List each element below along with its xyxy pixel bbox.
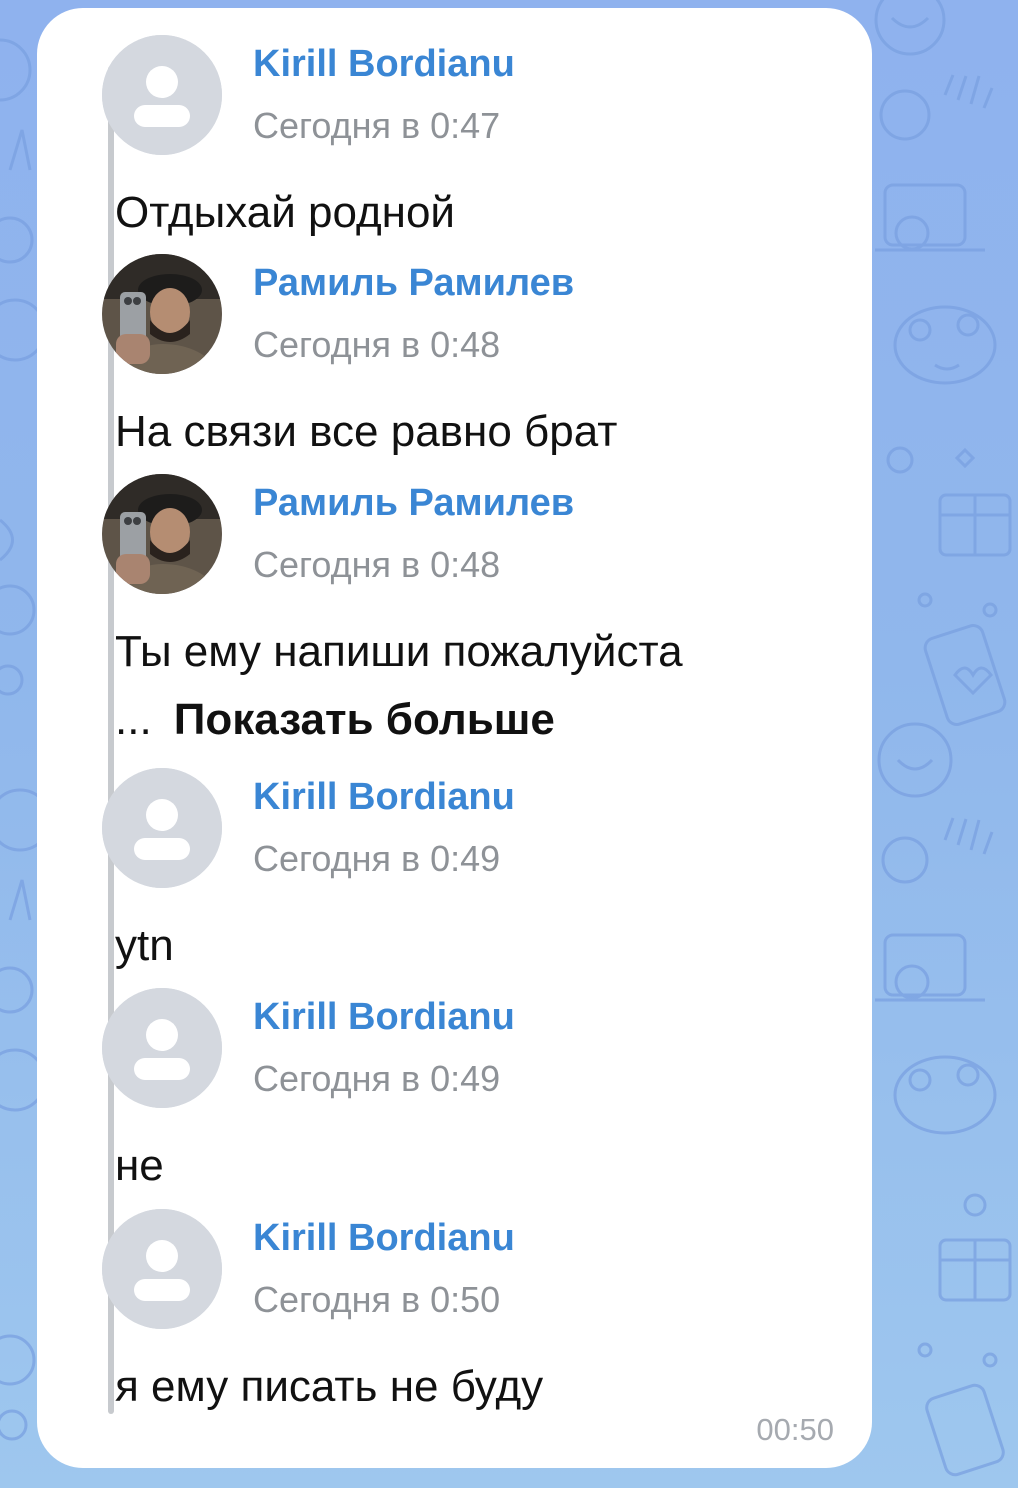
avatar[interactable] xyxy=(102,254,222,374)
avatar[interactable] xyxy=(102,35,222,155)
message-time: Сегодня в 0:49 xyxy=(253,1058,501,1099)
avatar[interactable] xyxy=(102,1209,222,1329)
user-photo-avatar xyxy=(102,474,222,594)
bubble-timestamp: 00:50 xyxy=(756,1412,834,1447)
user-placeholder-icon xyxy=(102,768,222,888)
message-time: Сегодня в 0:49 xyxy=(253,838,501,879)
user-placeholder-icon xyxy=(102,1209,222,1329)
user-placeholder-icon xyxy=(102,35,222,155)
sender-name[interactable]: Kirill Bordianu xyxy=(253,43,515,86)
sender-name[interactable]: Kirill Bordianu xyxy=(253,776,515,819)
sender-name[interactable]: Рамиль Рамилев xyxy=(253,262,574,305)
message-text: Отдыхай родной xyxy=(115,188,455,237)
sender-name[interactable]: Kirill Bordianu xyxy=(253,1217,515,1260)
user-photo-avatar xyxy=(102,254,222,374)
user-placeholder-icon xyxy=(102,988,222,1108)
show-more-row: ... Показать больше xyxy=(115,686,555,754)
sender-name[interactable]: Kirill Bordianu xyxy=(253,996,515,1039)
message-time: Сегодня в 0:50 xyxy=(253,1279,501,1320)
message-text: На связи все равно брат xyxy=(115,407,618,456)
quote-bar xyxy=(108,66,114,1414)
show-more-link[interactable]: Показать больше xyxy=(174,695,555,744)
message-time: Сегодня в 0:48 xyxy=(253,544,501,585)
message-text: Ты ему напиши пожалуйста xyxy=(115,627,683,676)
avatar[interactable] xyxy=(102,768,222,888)
avatar[interactable] xyxy=(102,474,222,594)
message-time: Сегодня в 0:48 xyxy=(253,324,501,365)
message-time: Сегодня в 0:47 xyxy=(253,105,501,146)
forwarded-messages-bubble[interactable]: Kirill Bordianu Сегодня в 0:47 Отдыхай р… xyxy=(37,8,872,1468)
message-text: я ему писать не буду xyxy=(115,1362,544,1411)
sender-name[interactable]: Рамиль Рамилев xyxy=(253,482,574,525)
message-text: не xyxy=(115,1141,164,1190)
avatar[interactable] xyxy=(102,988,222,1108)
message-text: ytn xyxy=(115,921,174,970)
ellipsis: ... xyxy=(115,695,152,744)
